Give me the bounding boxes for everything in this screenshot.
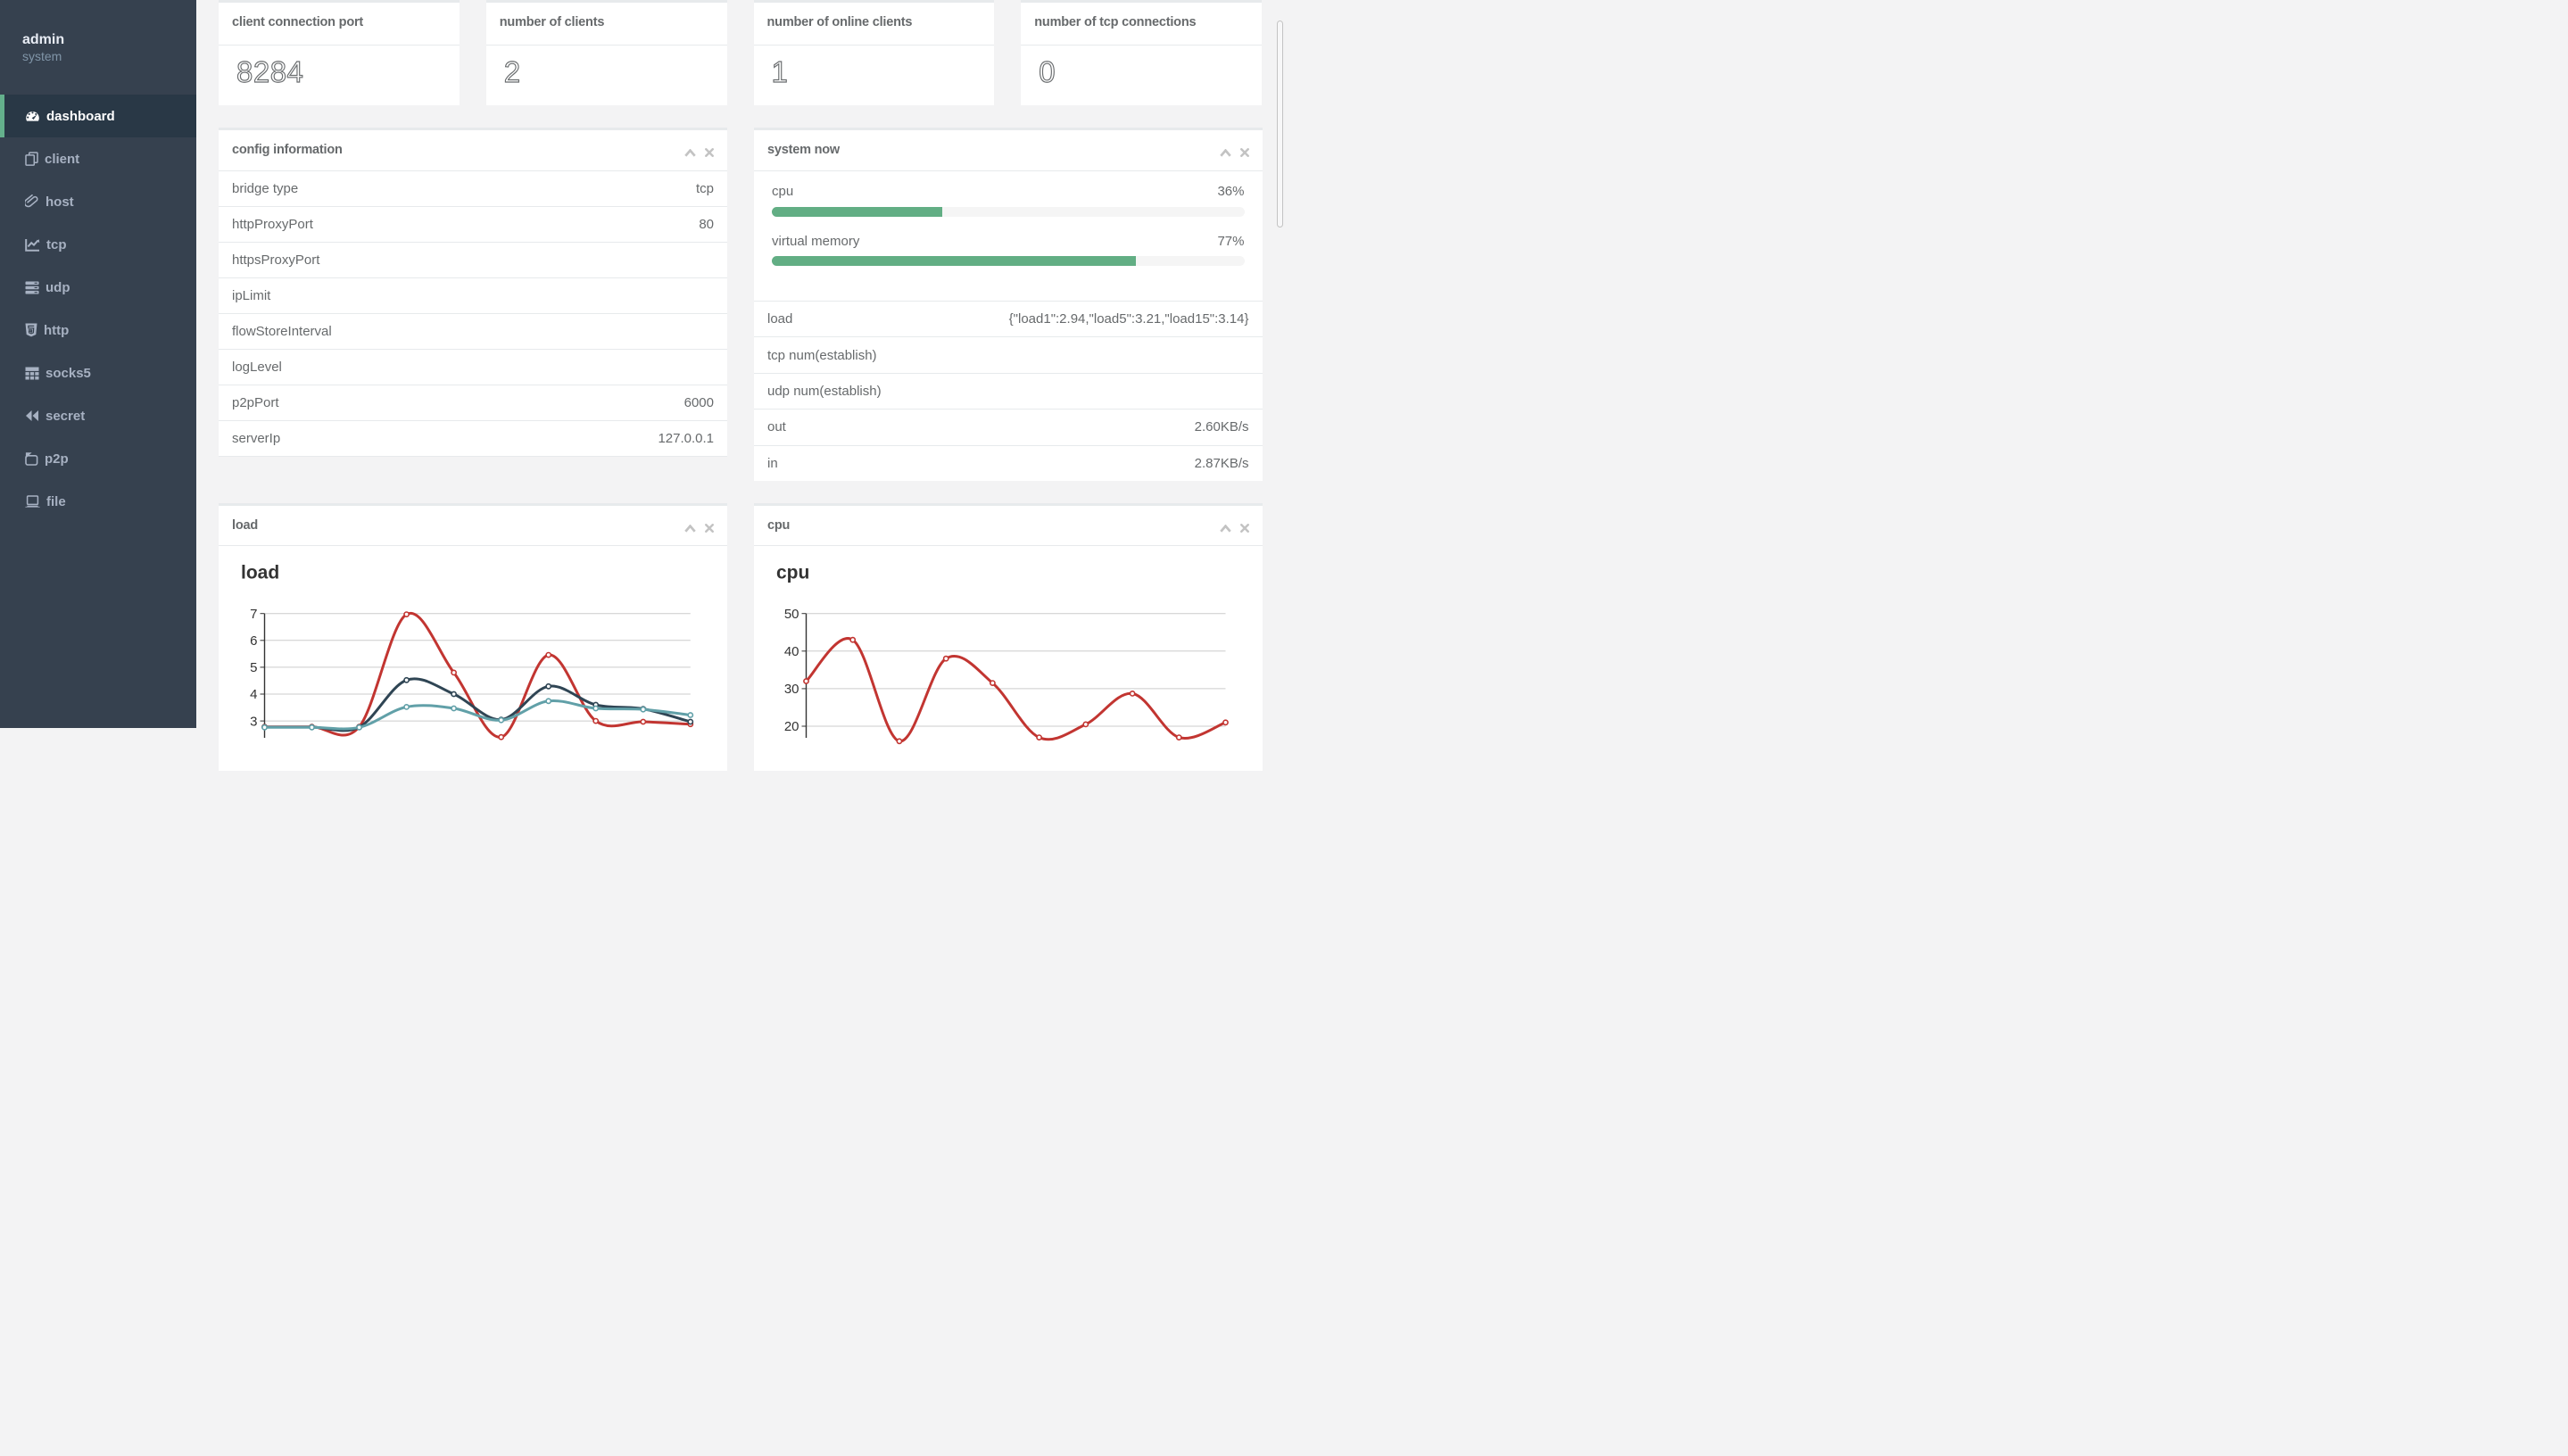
svg-text:5: 5 (250, 660, 257, 675)
svg-text:4: 4 (250, 687, 257, 702)
svg-text:3: 3 (250, 714, 257, 729)
svg-text:30: 30 (784, 682, 799, 697)
svg-text:50: 50 (784, 606, 799, 621)
svg-text:load: load (241, 562, 279, 583)
svg-text:6: 6 (250, 633, 257, 649)
svg-text:20: 20 (784, 719, 799, 734)
svg-text:cpu: cpu (776, 562, 809, 583)
svg-text:40: 40 (784, 644, 799, 659)
svg-text:7: 7 (250, 606, 257, 621)
